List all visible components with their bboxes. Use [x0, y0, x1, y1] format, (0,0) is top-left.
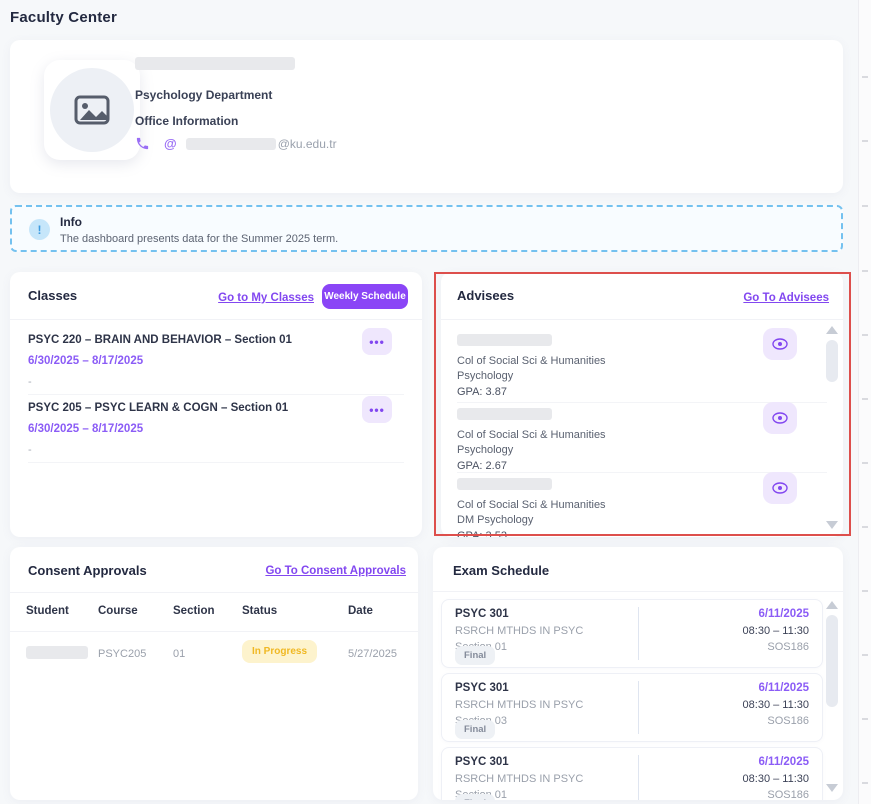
- exam-room: SOS186: [767, 641, 809, 653]
- info-banner: ! Info The dashboard presents data for t…: [10, 205, 843, 252]
- profile-card: Psychology Department Office Information…: [10, 40, 843, 193]
- class-title: PSYC 205 – PSYC LEARN & COGN – Section 0…: [28, 402, 404, 414]
- exam-room: SOS186: [767, 715, 809, 727]
- column-header-student: Student: [26, 605, 69, 617]
- cell-section: 01: [173, 648, 185, 660]
- at-icon: @: [164, 136, 177, 151]
- redacted-name: [457, 408, 552, 420]
- class-item: PSYC 205 – PSYC LEARN & COGN – Section 0…: [28, 402, 404, 414]
- final-badge: Final: [455, 720, 495, 739]
- final-badge: Final: [455, 794, 495, 800]
- profile-department: Psychology Department: [135, 88, 272, 102]
- cell-date: 5/27/2025: [348, 648, 397, 660]
- exam-time: 08:30 – 11:30: [743, 773, 809, 785]
- info-message: The dashboard presents data for the Summ…: [60, 233, 338, 245]
- eye-icon: [772, 412, 788, 424]
- advisee-item: Col of Social Sci & Humanities Psycholog…: [457, 334, 783, 398]
- go-to-consent-approvals-link[interactable]: Go To Consent Approvals: [265, 565, 406, 577]
- advisees-title: Advisees: [457, 288, 514, 303]
- exam-course: PSYC 301: [455, 608, 509, 620]
- profile-office: Office Information: [135, 114, 238, 128]
- page-title: Faculty Center: [10, 9, 117, 26]
- redacted-name: [135, 57, 295, 70]
- consent-approvals-card: Consent Approvals Go To Consent Approval…: [10, 547, 418, 800]
- go-to-my-classes-link[interactable]: Go to My Classes: [218, 292, 314, 304]
- advisee-item: Col of Social Sci & Humanities DM Psycho…: [457, 478, 783, 537]
- exam-scrollbar[interactable]: [825, 599, 839, 794]
- advisees-scrollbar[interactable]: [825, 324, 839, 531]
- exam-item: PSYC 301 RSRCH MTHDS IN PSYC Section 03 …: [441, 673, 823, 742]
- exam-time: 08:30 – 11:30: [743, 699, 809, 711]
- exam-date: 6/11/2025: [758, 608, 809, 620]
- exam-date: 6/11/2025: [758, 756, 809, 768]
- classes-card: Classes Go to My Classes Weekly Schedule…: [10, 272, 422, 537]
- exam-course: PSYC 301: [455, 682, 509, 694]
- scroll-up-icon[interactable]: [826, 326, 838, 334]
- column-header-course: Course: [98, 605, 138, 617]
- advisee-college: Col of Social Sci & Humanities: [457, 429, 783, 441]
- exam-name: RSRCH MTHDS IN PSYC: [455, 625, 583, 637]
- scroll-up-icon[interactable]: [826, 601, 838, 609]
- advisee-item: Col of Social Sci & Humanities Psycholog…: [457, 408, 783, 472]
- column-header-status: Status: [242, 605, 277, 617]
- scroll-down-icon[interactable]: [826, 784, 838, 792]
- advisee-college: Col of Social Sci & Humanities: [457, 355, 783, 367]
- class-note: -: [28, 376, 32, 388]
- redacted-name: [457, 478, 552, 490]
- exam-item: PSYC 301 RSRCH MTHDS IN PSYC Section 01 …: [441, 747, 823, 800]
- classes-title: Classes: [28, 288, 77, 303]
- advisee-program: DM Psychology: [457, 514, 783, 526]
- info-icon: !: [29, 219, 50, 240]
- column-header-date: Date: [348, 605, 373, 617]
- view-advisee-button[interactable]: [763, 402, 797, 434]
- class-note: -: [28, 444, 32, 456]
- advisee-gpa: GPA: 3.87: [457, 386, 783, 398]
- eye-icon: [772, 338, 788, 350]
- exam-name: RSRCH MTHDS IN PSYC: [455, 773, 583, 785]
- image-placeholder-icon: [74, 95, 110, 125]
- weekly-schedule-button[interactable]: Weekly Schedule: [322, 284, 408, 309]
- redacted-email: [186, 138, 276, 150]
- advisees-card: Advisees Go To Advisees Col of Social Sc…: [441, 272, 843, 537]
- phone-icon: [135, 136, 150, 151]
- consent-title: Consent Approvals: [28, 563, 147, 578]
- scrollbar-thumb[interactable]: [826, 615, 838, 707]
- redacted-student-name: [26, 646, 88, 659]
- exam-time: 08:30 – 11:30: [743, 625, 809, 637]
- advisee-program: Psychology: [457, 444, 783, 456]
- scrollbar-thumb[interactable]: [826, 340, 838, 382]
- exam-course: PSYC 301: [455, 756, 509, 768]
- status-badge: In Progress: [242, 640, 317, 663]
- exam-room: SOS186: [767, 789, 809, 800]
- advisee-gpa: GPA: 3.53: [457, 530, 783, 537]
- class-dates: 6/30/2025 – 8/17/2025: [28, 423, 143, 435]
- exam-schedule-title: Exam Schedule: [453, 563, 549, 578]
- cell-course: PSYC205: [98, 648, 146, 660]
- exam-schedule-card: Exam Schedule PSYC 301 RSRCH MTHDS IN PS…: [433, 547, 843, 800]
- advisee-gpa: GPA: 2.67: [457, 460, 783, 472]
- final-badge: Final: [455, 646, 495, 665]
- avatar: [44, 60, 140, 160]
- page-scrollbar[interactable]: [858, 0, 871, 804]
- view-advisee-button[interactable]: [763, 472, 797, 504]
- redacted-name: [457, 334, 552, 346]
- class-title: PSYC 220 – BRAIN AND BEHAVIOR – Section …: [28, 334, 404, 346]
- view-advisee-button[interactable]: [763, 328, 797, 360]
- email-domain: @ku.edu.tr: [278, 137, 337, 151]
- info-title: Info: [60, 215, 82, 229]
- go-to-advisees-link[interactable]: Go To Advisees: [743, 292, 829, 304]
- column-header-section: Section: [173, 605, 215, 617]
- eye-icon: [772, 482, 788, 494]
- more-options-icon[interactable]: •••: [362, 396, 392, 423]
- class-dates: 6/30/2025 – 8/17/2025: [28, 355, 143, 367]
- class-item: PSYC 220 – BRAIN AND BEHAVIOR – Section …: [28, 334, 404, 346]
- advisee-program: Psychology: [457, 370, 783, 382]
- exam-name: RSRCH MTHDS IN PSYC: [455, 699, 583, 711]
- scroll-down-icon[interactable]: [826, 521, 838, 529]
- more-options-icon[interactable]: •••: [362, 328, 392, 355]
- advisee-college: Col of Social Sci & Humanities: [457, 499, 783, 511]
- contact-row: @ @ku.edu.tr: [135, 136, 337, 151]
- exam-date: 6/11/2025: [758, 682, 809, 694]
- exam-item: PSYC 301 RSRCH MTHDS IN PSYC Section 01 …: [441, 599, 823, 668]
